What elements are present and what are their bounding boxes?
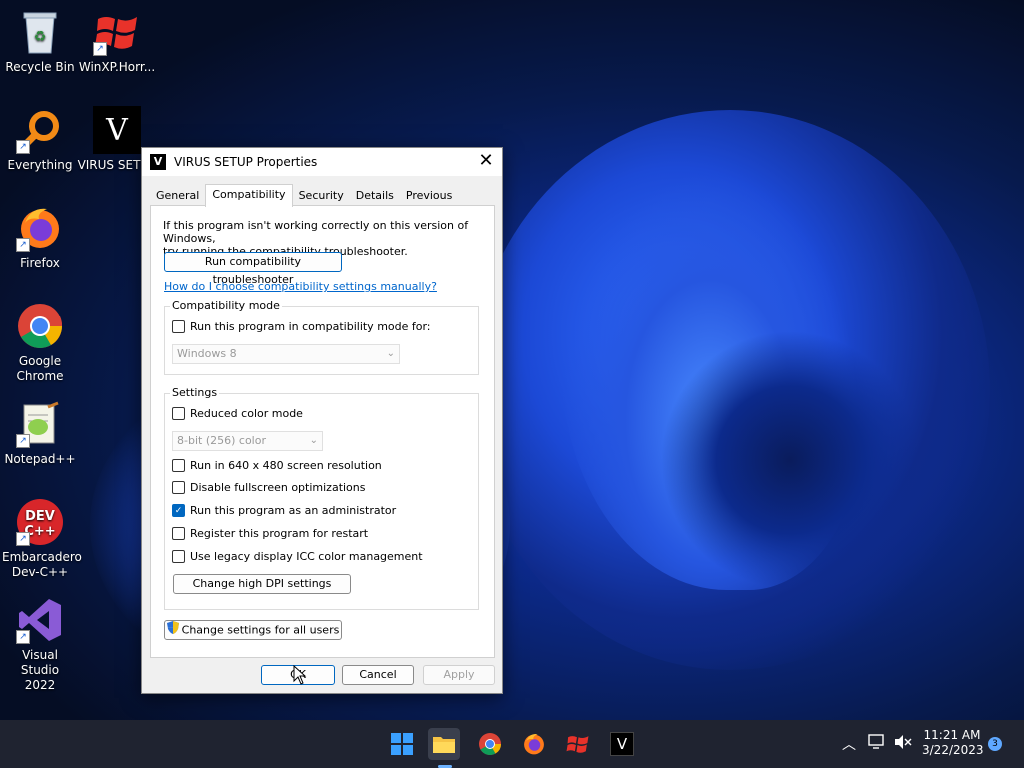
start-button-windows-icon[interactable]: [386, 728, 418, 760]
apply-button[interactable]: Apply: [423, 665, 495, 685]
checkbox-label: Run in 640 x 480 screen resolution: [190, 459, 382, 472]
resolution-checkbox[interactable]: Run in 640 x 480 screen resolution: [172, 459, 382, 472]
taskbar-firefox-icon[interactable]: [518, 728, 550, 760]
desktop-icon-label: Notepad++: [4, 452, 76, 466]
checkbox-label: Run this program in compatibility mode f…: [190, 320, 431, 333]
dialog-title: VIRUS SETUP Properties: [174, 155, 318, 169]
title-bar[interactable]: V VIRUS SETUP Properties ✕: [142, 148, 502, 176]
change-dpi-settings-button[interactable]: Change high DPI settings: [173, 574, 351, 594]
svg-text:♻: ♻: [34, 29, 47, 45]
checkbox-label: Register this program for restart: [190, 527, 369, 540]
chrome-icon: [16, 302, 64, 350]
shortcut-arrow-icon: ↗: [16, 238, 30, 252]
visual-studio-icon: ↗: [16, 596, 64, 644]
virus-setup-icon: V: [93, 106, 141, 154]
run-as-admin-checkbox[interactable]: ✓ Run this program as an administrator: [172, 504, 396, 517]
checkbox-unchecked-icon: [172, 481, 185, 494]
clock[interactable]: 11:21 AM 3/22/2023: [922, 728, 984, 758]
settings-label: Settings: [170, 386, 220, 399]
checkbox-unchecked-icon: [172, 407, 185, 420]
compatibility-mode-checkbox[interactable]: Run this program in compatibility mode f…: [172, 320, 431, 333]
app-logo-icon: V: [150, 154, 166, 170]
desktop-icon-recycle-bin[interactable]: ♻ Recycle Bin: [0, 8, 80, 75]
shortcut-arrow-icon: ↗: [16, 532, 30, 546]
desktop-icon-dev-cpp[interactable]: DEV C++ ↗ Embarcadero Dev-C++: [0, 498, 82, 580]
shortcut-arrow-icon: ↗: [93, 42, 107, 56]
desktop-icon-label: WinXP.Horr...: [78, 60, 156, 74]
checkbox-unchecked-icon: [172, 459, 185, 472]
clock-time: 11:21 AM: [923, 728, 981, 742]
cancel-button[interactable]: Cancel: [342, 665, 414, 685]
network-icon[interactable]: [868, 734, 886, 753]
tab-previous-versions[interactable]: Previous Versions: [400, 186, 502, 222]
show-hidden-icons-chevron-up-icon[interactable]: ︿: [842, 734, 856, 754]
dev-cpp-icon: DEV C++ ↗: [16, 498, 64, 546]
shortcut-arrow-icon: ↗: [16, 434, 30, 448]
firefox-icon: ↗: [16, 204, 64, 252]
taskbar-winxp-icon[interactable]: [562, 728, 594, 760]
chevron-down-icon: ⌄: [309, 435, 318, 446]
manual-settings-help-link[interactable]: How do I choose compatibility settings m…: [164, 280, 437, 293]
wallpaper-bloom: [660, 330, 920, 590]
tab-compatibility[interactable]: Compatibility: [205, 184, 293, 207]
tab-details[interactable]: Details: [350, 186, 400, 206]
legacy-icc-checkbox[interactable]: Use legacy display ICC color management: [172, 550, 423, 563]
checkbox-label: Reduced color mode: [190, 407, 303, 420]
notepad-icon: ↗: [16, 400, 64, 448]
compatibility-mode-label: Compatibility mode: [170, 299, 282, 312]
desktop-icon-winxp[interactable]: ↗ WinXP.Horr...: [77, 8, 157, 75]
color-depth-value: 8-bit (256) color: [177, 434, 266, 447]
os-version-dropdown[interactable]: Windows 8 ⌄: [172, 344, 400, 364]
chevron-down-icon: ⌄: [386, 348, 395, 359]
desktop-icon-firefox[interactable]: ↗ Firefox: [0, 204, 80, 271]
desktop-icon-label: Visual Studio 2022: [20, 648, 60, 692]
fullscreen-optimizations-checkbox[interactable]: Disable fullscreen optimizations: [172, 481, 366, 494]
desktop-icon-label: Google Chrome: [16, 354, 64, 383]
checkbox-label: Use legacy display ICC color management: [190, 550, 423, 563]
intro-line: If this program isn't working correctly …: [163, 219, 469, 245]
change-all-users-button[interactable]: Change settings for all users: [164, 620, 342, 640]
recycle-bin-icon: ♻: [16, 8, 64, 56]
tab-general[interactable]: General: [150, 186, 205, 206]
desktop-icon-visual-studio[interactable]: ↗ Visual Studio 2022: [0, 596, 80, 693]
desktop-icon-label: Embarcadero Dev-C++: [2, 550, 82, 579]
taskbar-chrome-icon[interactable]: [474, 728, 506, 760]
desktop-icon-chrome[interactable]: Google Chrome: [0, 302, 80, 384]
volume-muted-icon[interactable]: [894, 734, 912, 753]
clock-date: 3/22/2023: [922, 743, 984, 757]
run-troubleshooter-button[interactable]: Run compatibility troubleshooter: [164, 252, 342, 286]
compatibility-mode-group: [164, 306, 479, 375]
shortcut-arrow-icon: ↗: [16, 140, 30, 154]
desktop-icon-notepad-plus-plus[interactable]: ↗ Notepad++: [0, 400, 80, 467]
register-restart-checkbox[interactable]: Register this program for restart: [172, 527, 368, 540]
magnifier-icon: ↗: [16, 106, 64, 154]
reduced-color-checkbox[interactable]: Reduced color mode: [172, 407, 303, 420]
desktop-icon-everything[interactable]: ↗ Everything: [0, 106, 80, 173]
color-depth-dropdown[interactable]: 8-bit (256) color ⌄: [172, 431, 323, 451]
checkbox-unchecked-icon: [172, 550, 185, 563]
properties-dialog: V VIRUS SETUP Properties ✕ General Compa…: [141, 147, 503, 694]
notification-badge[interactable]: 3: [988, 737, 1002, 751]
compatibility-panel: If this program isn't working correctly …: [150, 205, 495, 658]
taskbar: V ︿ 11:21 AM 3/22/2023: [0, 720, 1024, 768]
desktop-icon-label: Everything: [7, 158, 73, 172]
desktop-icon-label: Recycle Bin: [5, 60, 75, 74]
tab-security[interactable]: Security: [293, 186, 350, 206]
checkmark-icon: ✓: [172, 504, 185, 517]
taskbar-file-explorer-icon[interactable]: [428, 728, 460, 760]
button-label: Change settings for all users: [181, 623, 340, 637]
checkbox-unchecked-icon: [172, 527, 185, 540]
windows-flag-icon: ↗: [93, 8, 141, 56]
taskbar-virus-setup-icon[interactable]: V: [606, 728, 638, 760]
close-button[interactable]: ✕: [474, 150, 498, 174]
desktop-icon-label: Firefox: [20, 256, 60, 270]
checkbox-label: Run this program as an administrator: [190, 504, 397, 517]
checkbox-unchecked-icon: [172, 320, 185, 333]
os-version-value: Windows 8: [177, 347, 237, 360]
tab-strip: General Compatibility Security Details P…: [150, 184, 502, 222]
shortcut-arrow-icon: ↗: [16, 630, 30, 644]
checkbox-label: Disable fullscreen optimizations: [190, 481, 366, 494]
uac-shield-icon: [166, 621, 179, 640]
svg-text:DEV: DEV: [25, 509, 55, 524]
